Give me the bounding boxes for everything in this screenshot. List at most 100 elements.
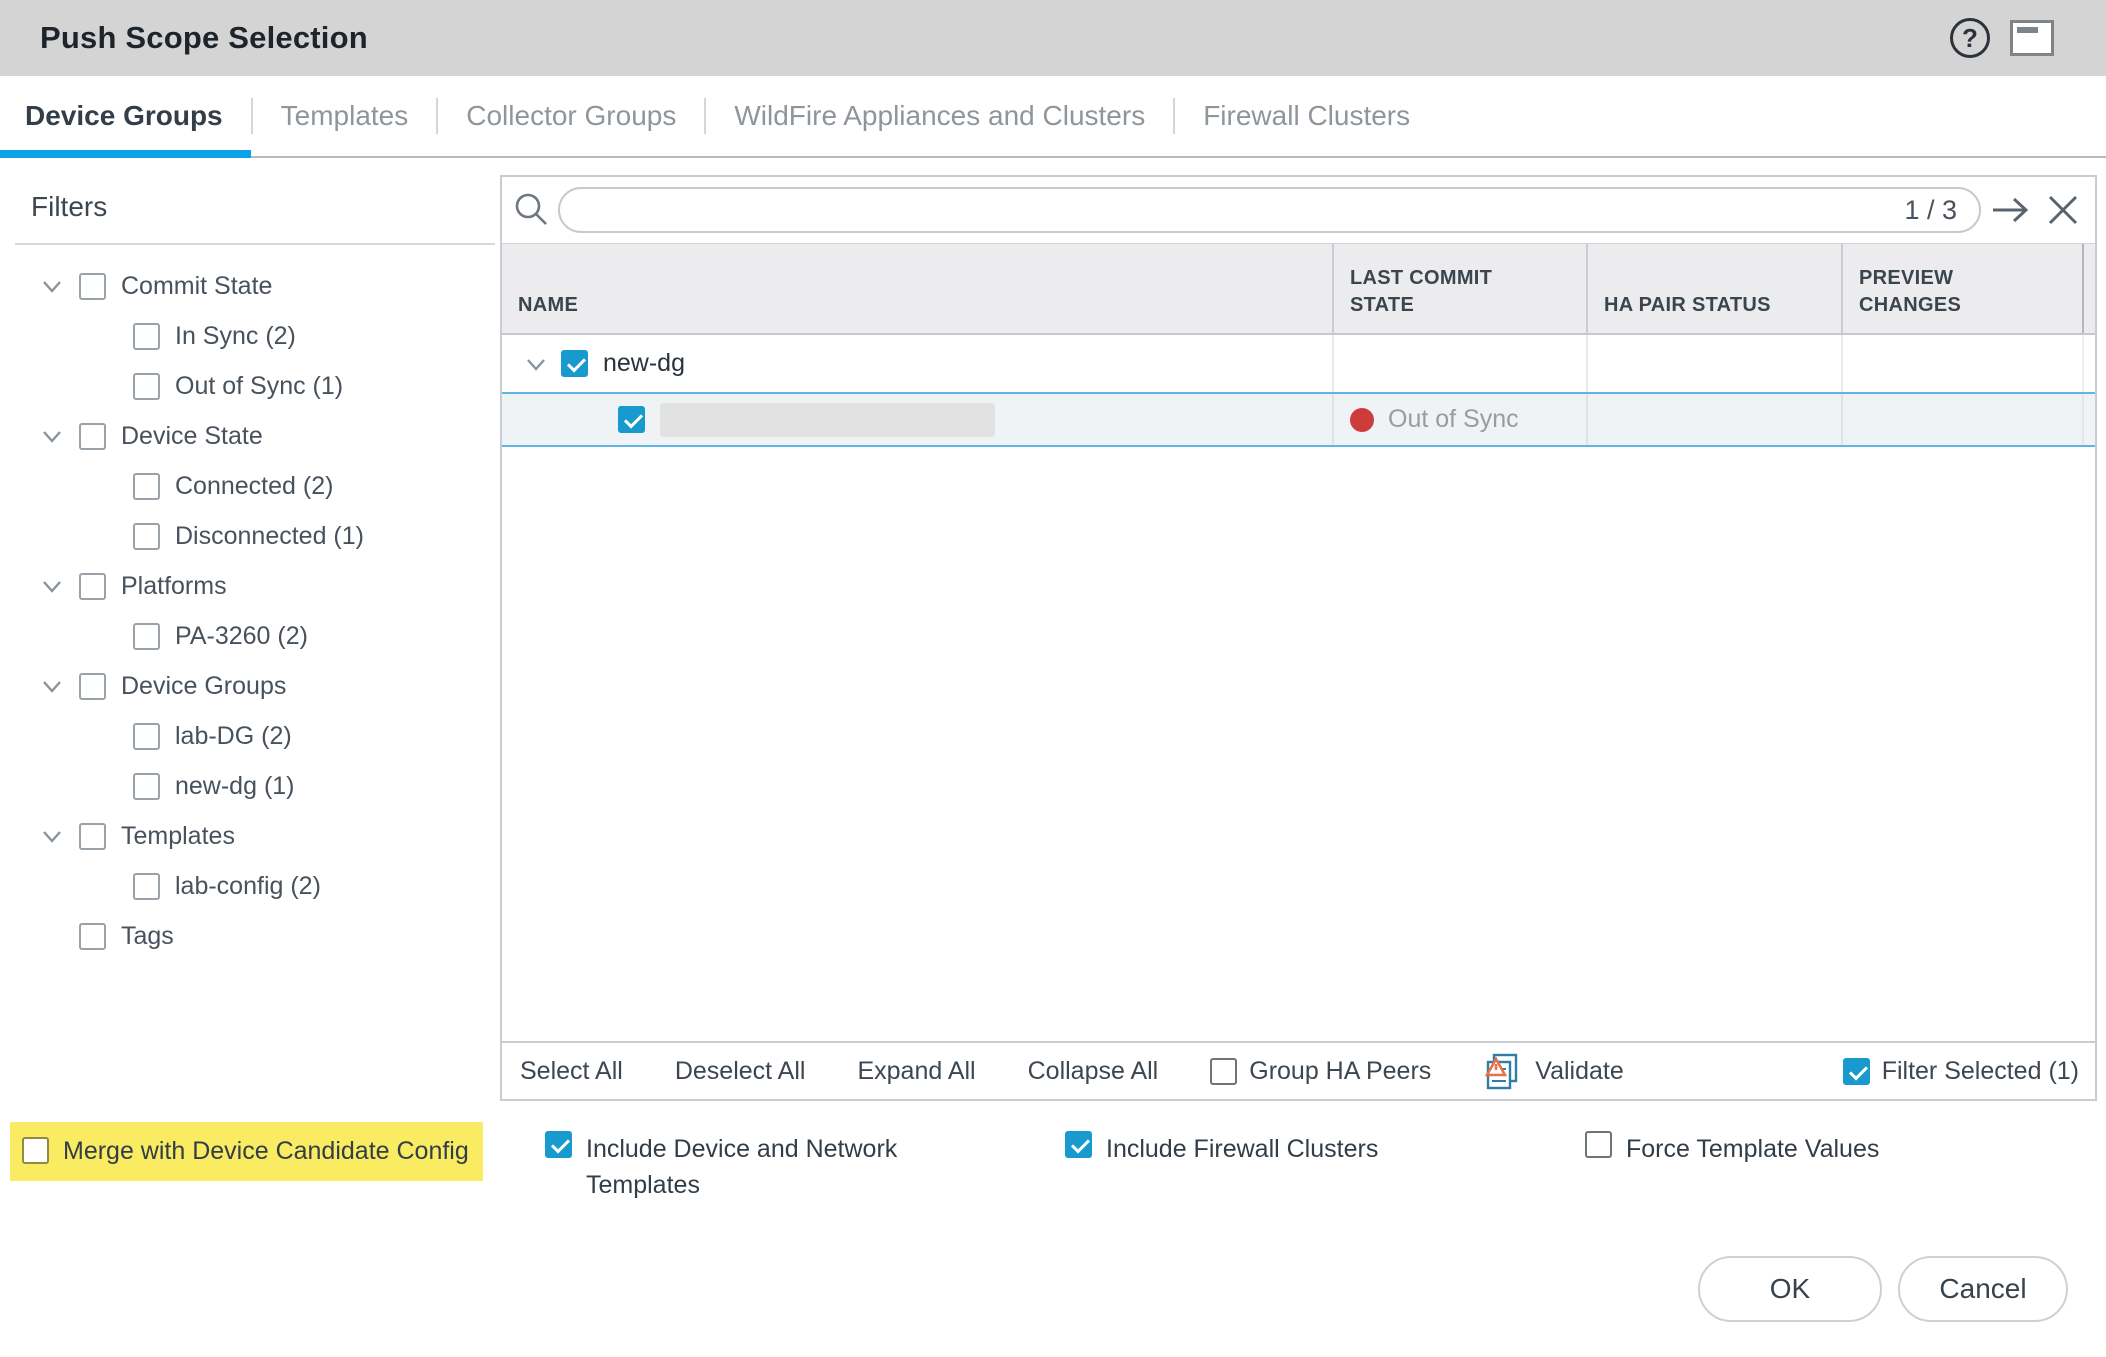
filter-label[interactable]: lab-config (2) xyxy=(175,872,321,901)
help-glyph: ? xyxy=(1962,23,1978,54)
table-row-selected[interactable]: Out of Sync xyxy=(502,392,2095,447)
include-firewall-clusters-option[interactable]: Include Firewall Clusters xyxy=(1065,1130,1378,1167)
row-checkbox[interactable] xyxy=(561,350,588,377)
tab-firewall-clusters[interactable]: Firewall Clusters xyxy=(1175,76,1438,156)
tab-collector-groups[interactable]: Collector Groups xyxy=(438,76,704,156)
filter-checkbox[interactable] xyxy=(133,773,160,800)
search-match-counter: 1 / 3 xyxy=(1904,195,1979,226)
filter-checkbox[interactable] xyxy=(133,473,160,500)
table-footer-toolbar: Select All Deselect All Expand All Colla… xyxy=(502,1041,2095,1099)
chevron-down-icon[interactable] xyxy=(39,273,65,299)
filter-label[interactable]: Disconnected (1) xyxy=(175,522,364,551)
filter-item-lab-dg[interactable]: lab-DG (2) xyxy=(15,711,495,761)
filter-item-new-dg[interactable]: new-dg (1) xyxy=(15,761,495,811)
filter-item-pa-3260[interactable]: PA-3260 (2) xyxy=(15,611,495,661)
column-header-name[interactable]: NAME xyxy=(502,244,1332,333)
chevron-down-icon[interactable] xyxy=(39,573,65,599)
chevron-down-icon[interactable] xyxy=(39,673,65,699)
window-icon[interactable] xyxy=(2010,20,2054,56)
column-header-ha-pair-status[interactable]: HA PAIR STATUS xyxy=(1586,244,1841,333)
ok-button[interactable]: OK xyxy=(1698,1256,1882,1322)
include-device-network-templates-option[interactable]: Include Device and Network Templates xyxy=(545,1130,921,1204)
include-device-network-templates-label[interactable]: Include Device and Network Templates xyxy=(586,1130,921,1204)
filters-panel: Filters Commit State In Sync (2) Out of … xyxy=(15,183,495,961)
column-header-last-commit-state[interactable]: LAST COMMIT STATE xyxy=(1332,244,1586,333)
filter-label[interactable]: Templates xyxy=(121,822,235,851)
filter-item-disconnected[interactable]: Disconnected (1) xyxy=(15,511,495,561)
filter-item-device-groups[interactable]: Device Groups xyxy=(15,661,495,711)
filter-selected-checkbox[interactable] xyxy=(1843,1058,1870,1085)
include-firewall-clusters-label[interactable]: Include Firewall Clusters xyxy=(1106,1130,1378,1167)
filter-item-device-state[interactable]: Device State xyxy=(15,411,495,461)
group-ha-peers-option[interactable]: Group HA Peers xyxy=(1210,1057,1431,1086)
tab-device-groups[interactable]: Device Groups xyxy=(0,76,251,156)
filter-checkbox[interactable] xyxy=(79,673,106,700)
filter-item-commit-state[interactable]: Commit State xyxy=(15,261,495,311)
filter-checkbox[interactable] xyxy=(79,273,106,300)
column-header-preview-changes[interactable]: PREVIEW CHANGES xyxy=(1841,244,2082,333)
filter-checkbox[interactable] xyxy=(133,323,160,350)
clear-search-icon[interactable] xyxy=(2041,192,2085,228)
filter-label[interactable]: In Sync (2) xyxy=(175,322,296,351)
filter-label[interactable]: Out of Sync (1) xyxy=(175,372,343,401)
next-match-arrow-icon[interactable] xyxy=(1989,192,2033,228)
help-icon[interactable]: ? xyxy=(1950,18,1990,58)
include-device-network-templates-checkbox[interactable] xyxy=(545,1131,572,1158)
filter-checkbox[interactable] xyxy=(133,873,160,900)
filter-item-platforms[interactable]: Platforms xyxy=(15,561,495,611)
chevron-down-icon[interactable] xyxy=(523,351,549,377)
filter-checkbox[interactable] xyxy=(79,423,106,450)
filter-label[interactable]: Tags xyxy=(121,922,174,951)
tab-wildfire-appliances[interactable]: WildFire Appliances and Clusters xyxy=(706,76,1173,156)
filter-checkbox[interactable] xyxy=(79,923,106,950)
filter-checkbox[interactable] xyxy=(79,573,106,600)
filter-selected-option[interactable]: Filter Selected (1) xyxy=(1843,1057,2079,1086)
last-commit-state-cell: Out of Sync xyxy=(1332,394,1586,445)
validate-label[interactable]: Validate xyxy=(1535,1057,1624,1086)
filter-item-in-sync[interactable]: In Sync (2) xyxy=(15,311,495,361)
select-all-button[interactable]: Select All xyxy=(520,1057,623,1086)
table-empty-area xyxy=(502,447,2095,1041)
validate-button[interactable]: Validate xyxy=(1483,1051,1624,1091)
collapse-all-button[interactable]: Collapse All xyxy=(1028,1057,1159,1086)
filter-label[interactable]: new-dg (1) xyxy=(175,772,295,801)
filter-label[interactable]: Commit State xyxy=(121,272,272,301)
group-ha-peers-label[interactable]: Group HA Peers xyxy=(1249,1057,1431,1086)
deselect-all-button[interactable]: Deselect All xyxy=(675,1057,806,1086)
group-ha-peers-checkbox[interactable] xyxy=(1210,1058,1237,1085)
filter-item-templates[interactable]: Templates xyxy=(15,811,495,861)
filter-item-lab-config[interactable]: lab-config (2) xyxy=(15,861,495,911)
filter-checkbox[interactable] xyxy=(133,723,160,750)
chevron-down-icon[interactable] xyxy=(39,423,65,449)
filter-item-out-of-sync[interactable]: Out of Sync (1) xyxy=(15,361,495,411)
filter-item-connected[interactable]: Connected (2) xyxy=(15,461,495,511)
force-template-values-label[interactable]: Force Template Values xyxy=(1626,1130,1879,1167)
include-firewall-clusters-checkbox[interactable] xyxy=(1065,1131,1092,1158)
row-checkbox[interactable] xyxy=(618,406,645,433)
search-input[interactable] xyxy=(560,196,1904,225)
filter-label[interactable]: PA-3260 (2) xyxy=(175,622,308,651)
filter-label[interactable]: Device State xyxy=(121,422,263,451)
force-template-values-checkbox[interactable] xyxy=(1585,1131,1612,1158)
filter-selected-label[interactable]: Filter Selected (1) xyxy=(1882,1057,2079,1086)
filter-item-tags[interactable]: Tags xyxy=(15,911,495,961)
cancel-button[interactable]: Cancel xyxy=(1898,1256,2068,1322)
force-template-values-option[interactable]: Force Template Values xyxy=(1585,1130,1879,1167)
filter-label[interactable]: Connected (2) xyxy=(175,472,333,501)
last-commit-state-cell xyxy=(1332,335,1586,392)
filter-checkbox[interactable] xyxy=(133,623,160,650)
tab-templates[interactable]: Templates xyxy=(253,76,437,156)
expand-all-button[interactable]: Expand All xyxy=(857,1057,975,1086)
filter-checkbox[interactable] xyxy=(133,373,160,400)
merge-candidate-config-label[interactable]: Merge with Device Candidate Config xyxy=(63,1132,469,1169)
merge-candidate-config-option[interactable]: Merge with Device Candidate Config xyxy=(10,1122,483,1181)
table-row[interactable]: new-dg xyxy=(502,335,2095,392)
filter-checkbox[interactable] xyxy=(133,523,160,550)
merge-candidate-config-checkbox[interactable] xyxy=(22,1137,49,1164)
filter-label[interactable]: lab-DG (2) xyxy=(175,722,292,751)
filter-label[interactable]: Platforms xyxy=(121,572,227,601)
out-of-sync-status-icon xyxy=(1350,408,1374,432)
filter-label[interactable]: Device Groups xyxy=(121,672,286,701)
filter-checkbox[interactable] xyxy=(79,823,106,850)
chevron-down-icon[interactable] xyxy=(39,823,65,849)
